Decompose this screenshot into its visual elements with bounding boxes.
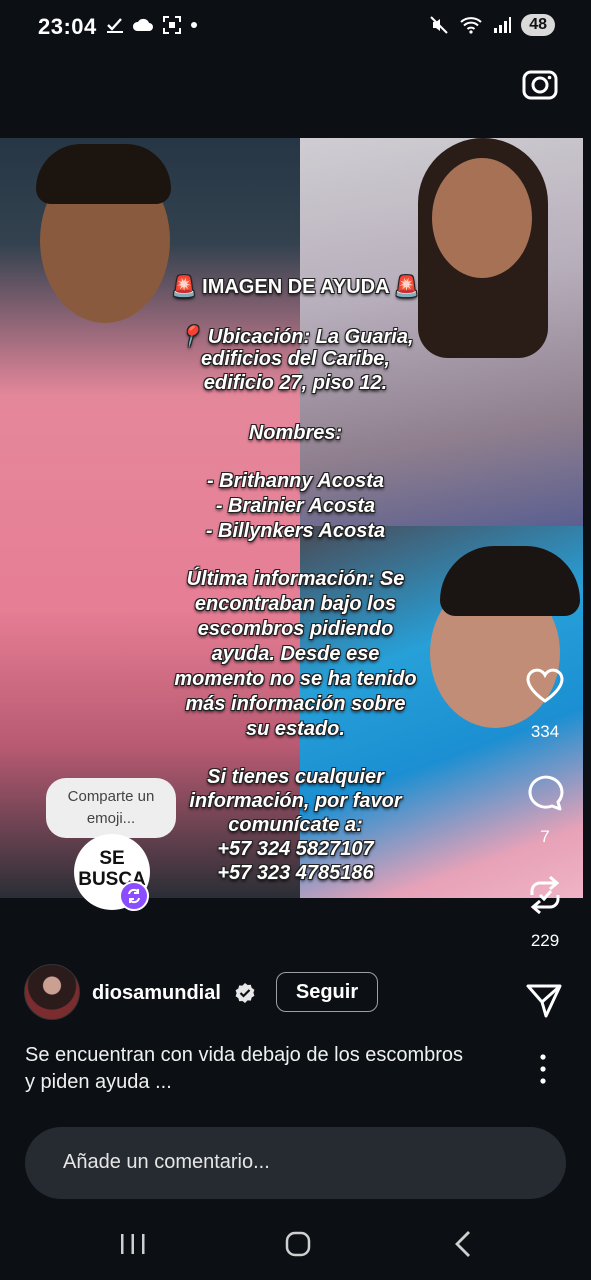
repost-button[interactable] xyxy=(520,873,570,922)
signal-icon xyxy=(494,17,512,33)
share-button[interactable] xyxy=(524,980,564,1020)
repost-badge xyxy=(119,881,149,911)
flyer-info-line: encontraban bajo los xyxy=(194,593,397,615)
comment-button[interactable] xyxy=(520,772,570,817)
siren-icon: 🚨 xyxy=(394,276,420,298)
system-navigation-bar xyxy=(0,1210,591,1280)
emoji-prompt-line-2: emoji... xyxy=(86,810,136,827)
status-bar: 23:04 48 xyxy=(0,0,591,52)
post-caption[interactable]: Se encuentran con vida debajo de los esc… xyxy=(25,1042,525,1096)
recent-apps-button[interactable] xyxy=(111,1226,155,1262)
emoji-share-prompt[interactable]: Comparte un emoji... xyxy=(46,778,176,838)
more-vertical-icon xyxy=(540,1054,546,1084)
comment-input[interactable]: Añade un comentario... xyxy=(25,1127,566,1199)
flyer-name-3: - Billynkers Acosta xyxy=(205,520,386,542)
repost-count: 229 xyxy=(530,931,560,950)
comment-count: 7 xyxy=(540,827,550,846)
flyer-name-1: - Brithanny Acosta xyxy=(206,470,385,492)
flyer-info-line: su estado. xyxy=(246,718,345,740)
flyer-info-line: Última información: Se xyxy=(186,568,405,590)
post-author: diosamundial Seguir xyxy=(24,964,444,1020)
heart-icon xyxy=(526,668,564,703)
back-chevron-icon xyxy=(455,1231,470,1257)
flyer-info-line: ayuda. Desde ese xyxy=(211,643,380,665)
cloud-icon xyxy=(132,18,153,31)
repost-mini-icon xyxy=(128,888,140,904)
avatar[interactable] xyxy=(24,964,80,1020)
flyer-name-2: - Brainier Acosta xyxy=(215,495,376,517)
home-icon xyxy=(285,1231,311,1257)
battery-indicator: 48 xyxy=(521,14,555,36)
caption-line-1: Se encuentran con vida debajo de los esc… xyxy=(25,1044,464,1066)
home-button[interactable] xyxy=(276,1226,320,1262)
flyer-location-line-3: edificio 27, piso 12. xyxy=(203,372,388,394)
status-time: 23:04 xyxy=(38,14,97,39)
comment-placeholder: Añade un comentario... xyxy=(63,1151,270,1173)
mute-icon xyxy=(430,16,448,34)
flyer-info-line: más información sobre xyxy=(185,693,406,715)
flyer-names-heading: Nombres: xyxy=(248,422,343,444)
siren-icon: 🚨 xyxy=(171,276,197,298)
camera-button[interactable] xyxy=(520,64,560,104)
status-system-icons: 48 xyxy=(429,14,555,36)
flyer-location-line-2: edificios del Caribe, xyxy=(201,348,390,370)
send-icon xyxy=(526,984,562,1018)
flyer-location-line-1: 📍 Ubicación: La Guaria, xyxy=(177,326,414,348)
caption-line-2: y piden ayuda ... xyxy=(25,1071,172,1093)
follow-button[interactable]: Seguir xyxy=(276,972,378,1012)
repost-icon xyxy=(530,875,560,915)
camera-icon xyxy=(522,70,558,100)
verified-badge-icon xyxy=(235,983,255,1003)
flyer-title: 🚨 IMAGEN DE AYUDA 🚨 xyxy=(171,276,420,298)
flyer-info-line: momento no se ha tenido xyxy=(174,668,417,690)
recent-apps-icon xyxy=(121,1234,145,1254)
emoji-prompt-line-1: Comparte un xyxy=(67,788,155,805)
like-count: 334 xyxy=(530,722,560,741)
wifi-icon xyxy=(460,17,482,34)
status-notification-icons xyxy=(106,15,198,35)
like-button[interactable] xyxy=(520,665,570,710)
dot-icon xyxy=(191,22,197,28)
check-download-icon xyxy=(107,18,123,33)
flyer-info-line: escombros pidiendo xyxy=(197,618,394,640)
more-options-button[interactable] xyxy=(528,1052,558,1086)
back-button[interactable] xyxy=(442,1226,486,1262)
comment-bubble-icon xyxy=(528,775,564,811)
pin-icon: 📍 xyxy=(177,326,203,348)
username[interactable]: diosamundial xyxy=(92,982,221,1005)
screenshot-icon xyxy=(163,16,181,34)
